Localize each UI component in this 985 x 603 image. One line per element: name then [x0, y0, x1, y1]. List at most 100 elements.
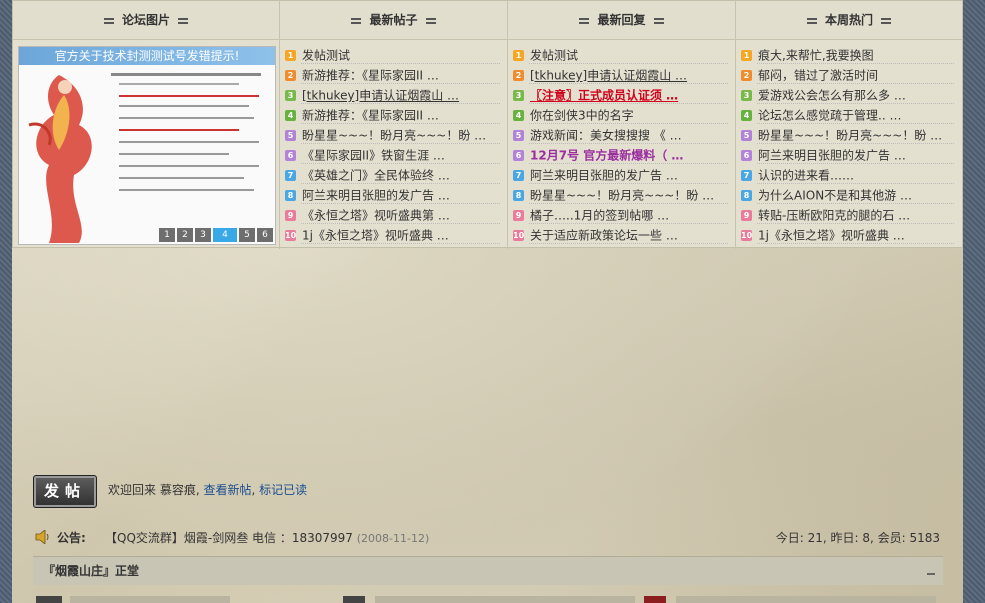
row-divider [529, 63, 728, 64]
topic-list-item[interactable]: 9 橘子…..1月的签到帖哪 … [513, 205, 728, 225]
topic-link[interactable]: [tkhukey]申请认证烟霞山 … [302, 89, 459, 103]
topic-link[interactable]: 爱游戏公会怎么有那么多 … [758, 89, 906, 103]
column-title: 论坛图片 [121, 13, 170, 27]
column-title: 本周热门 [824, 13, 873, 27]
topic-list-item[interactable]: 5 盼星星~~~！盼月亮~~~！盼 … [285, 125, 500, 145]
row-divider [301, 223, 500, 224]
topic-list-item[interactable]: 9 转贴-压断欧阳克的腿的石 … [741, 205, 954, 225]
topic-link[interactable]: 12月7号 官方最新爆料（ … [530, 149, 683, 163]
topic-list-item[interactable]: 2 郁闷，错过了激活时间 [741, 65, 954, 85]
topic-list-item[interactable]: 8 阿兰来明目张胆的发广告 … [285, 185, 500, 205]
topic-list-item[interactable]: 4 论坛怎么感觉疏于管理.. … [741, 105, 954, 125]
topic-link[interactable]: 1j《永恒之塔》视听盛典 … [758, 229, 905, 243]
topic-link[interactable]: 痕大,来帮忙,我要换图 [758, 49, 874, 63]
topic-list-item[interactable]: 3 爱游戏公会怎么有那么多 … [741, 85, 954, 105]
slide-page-button[interactable]: 2 [177, 228, 193, 242]
slideshow-image[interactable] [19, 65, 275, 244]
topic-list-item[interactable]: 4 新游推荐：《星际家园II … [285, 105, 500, 125]
topic-list-item[interactable]: 1 发帖测试 [285, 45, 500, 65]
row-divider [301, 183, 500, 184]
topic-link[interactable]: 阿兰来明目张胆的发广告 … [302, 189, 450, 203]
slideshow-caption[interactable]: 官方关于技术封测测试号发错提示! [19, 47, 275, 65]
topic-link[interactable]: 论坛怎么感觉疏于管理.. … [758, 109, 901, 123]
topic-link[interactable]: 〖注意〗正式成员认证须 … [530, 89, 678, 103]
topic-list-item[interactable]: 5 游戏新闻：美女搜搜搜 《 … [513, 125, 728, 145]
announcement-content[interactable]: 【QQ交流群】烟霞-剑网叁 电信 ：18307997 [105, 531, 353, 545]
topic-list-item[interactable]: 1 发帖测试 [513, 45, 728, 65]
slideshow[interactable]: 官方关于技术封测测试号发错提示! 1 2 3 4 5 6 [18, 46, 276, 245]
announcement-text[interactable]: 【QQ交流群】烟霞-剑网叁 电信 ：18307997 (2008-11-12) [105, 528, 429, 549]
topic-list-item[interactable]: 3 [tkhukey]申请认证烟霞山 … [285, 85, 500, 105]
topic-link[interactable]: 认识的进来看…… [758, 169, 854, 183]
topic-list-item[interactable]: 10 关于适应新政策论坛一些 … [513, 225, 728, 245]
topic-list-item[interactable]: 2 [tkhukey]申请认证烟霞山 … [513, 65, 728, 85]
topic-list-item[interactable]: 3 〖注意〗正式成员认证须 … [513, 85, 728, 105]
row-divider [529, 243, 728, 244]
topic-link[interactable]: 新游推荐：《星际家园II … [302, 69, 439, 83]
slide-page-button[interactable]: 1 [159, 228, 175, 242]
menu-lines-icon [653, 17, 664, 24]
column-hot-this-week: 本周热门 1 痕大,来帮忙,我要换图 2 郁闷，错过了激活时间 3 爱游戏公会怎么有那么多… [736, 1, 962, 249]
topic-list-item[interactable]: 8 盼星星~~~！盼月亮~~~！盼 … [513, 185, 728, 205]
topic-link[interactable]: 阿兰来明目张胆的发广告 … [758, 149, 906, 163]
topic-link[interactable]: 《英雄之门》全民体验终 … [302, 169, 450, 183]
rank-badge-icon: 4 [285, 110, 296, 121]
view-new-posts-link[interactable]: 查看新帖 [203, 483, 251, 497]
topic-link[interactable]: 转贴-压断欧阳克的腿的石 … [758, 209, 910, 223]
topic-link[interactable]: 盼星星~~~！盼月亮~~~！盼 … [758, 129, 942, 143]
topic-link[interactable]: 关于适应新政策论坛一些 … [530, 229, 678, 243]
topic-list-item[interactable]: 6 12月7号 官方最新爆料（ … [513, 145, 728, 165]
forum-icon [36, 596, 62, 603]
slide-page-button-active[interactable]: 4 [213, 228, 237, 242]
rank-badge-icon: 6 [513, 150, 524, 161]
rank-badge-icon: 1 [741, 50, 752, 61]
topic-link[interactable]: [tkhukey]申请认证烟霞山 … [530, 69, 687, 83]
topic-list-item[interactable]: 6 阿兰来明目张胆的发广告 … [741, 145, 954, 165]
menu-lines-icon [425, 17, 436, 24]
menu-lines-icon [178, 17, 188, 24]
topic-link[interactable]: 为什么AION不是和其他游 … [758, 189, 912, 203]
column-title: 最新帖子 [369, 13, 418, 27]
topic-list-item[interactable]: 8 为什么AION不是和其他游 … [741, 185, 954, 205]
new-posts-list: 1 发帖测试 2 新游推荐：《星际家园II … 3 [tkhukey]申请认证烟霞山 … 4… [285, 45, 500, 245]
topic-list-item[interactable]: 7 阿兰来明目张胆的发广告 … [513, 165, 728, 185]
topic-link[interactable]: 盼星星~~~！盼月亮~~~！盼 … [302, 129, 486, 143]
topic-list-item[interactable]: 10 1j《永恒之塔》视听盛典 … [741, 225, 954, 245]
topic-link[interactable]: 橘子…..1月的签到帖哪 … [530, 209, 669, 223]
mark-read-link[interactable]: 标记已读 [259, 483, 307, 497]
topic-link[interactable]: 发帖测试 [302, 49, 350, 63]
column-new-replies: 最新回复 1 发帖测试 2 [tkhukey]申请认证烟霞山 … 3 〖注意〗正式成员认证… [508, 1, 736, 249]
topic-list-item[interactable]: 7 认识的进来看…… [741, 165, 954, 185]
new-post-button[interactable]: 发帖 [33, 475, 97, 508]
topic-link[interactable]: 新游推荐：《星际家园II … [302, 109, 439, 123]
rank-badge-icon: 2 [741, 70, 752, 81]
topic-list-item[interactable]: 6 《星际家园II》铁窗生涯 … [285, 145, 500, 165]
row-divider [529, 223, 728, 224]
topic-link[interactable]: 1j《永恒之塔》视听盛典 … [302, 229, 449, 243]
topic-list-item[interactable]: 4 你在剑侠3中的名字 [513, 105, 728, 125]
topic-link[interactable]: 你在剑侠3中的名字 [530, 109, 634, 123]
slide-page-button[interactable]: 5 [239, 228, 255, 242]
topic-link[interactable]: 发帖测试 [530, 49, 578, 63]
forum-section-title[interactable]: 『烟霞山庄』正堂 [43, 557, 139, 585]
topic-list-item[interactable]: 2 新游推荐：《星际家园II … [285, 65, 500, 85]
topic-link[interactable]: 《永恒之塔》视听盛典第 … [302, 209, 450, 223]
topic-link[interactable]: 阿兰来明目张胆的发广告 … [530, 169, 678, 183]
rank-badge-icon: 4 [513, 110, 524, 121]
topic-link[interactable]: 盼星星~~~！盼月亮~~~！盼 … [530, 189, 714, 203]
topic-link[interactable]: 游戏新闻：美女搜搜搜 《 … [530, 129, 682, 143]
topic-link[interactable]: 郁闷，错过了激活时间 [758, 69, 878, 83]
topic-list-item[interactable]: 10 1j《永恒之塔》视听盛典 … [285, 225, 500, 245]
topic-list-item[interactable]: 1 痕大,来帮忙,我要换图 [741, 45, 954, 65]
topic-list-item[interactable]: 7 《英雄之门》全民体验终 … [285, 165, 500, 185]
topic-list-item[interactable]: 9 《永恒之塔》视听盛典第 … [285, 205, 500, 225]
slide-page-button[interactable]: 6 [257, 228, 273, 242]
row-divider [757, 63, 954, 64]
column-header: 论坛图片 [13, 1, 279, 40]
row-divider [757, 203, 954, 204]
topic-list-item[interactable]: 5 盼星星~~~！盼月亮~~~！盼 … [741, 125, 954, 145]
row-divider [757, 143, 954, 144]
topic-link[interactable]: 《星际家园II》铁窗生涯 … [302, 149, 445, 163]
collapse-icon[interactable] [927, 573, 935, 575]
slide-page-button[interactable]: 3 [195, 228, 211, 242]
